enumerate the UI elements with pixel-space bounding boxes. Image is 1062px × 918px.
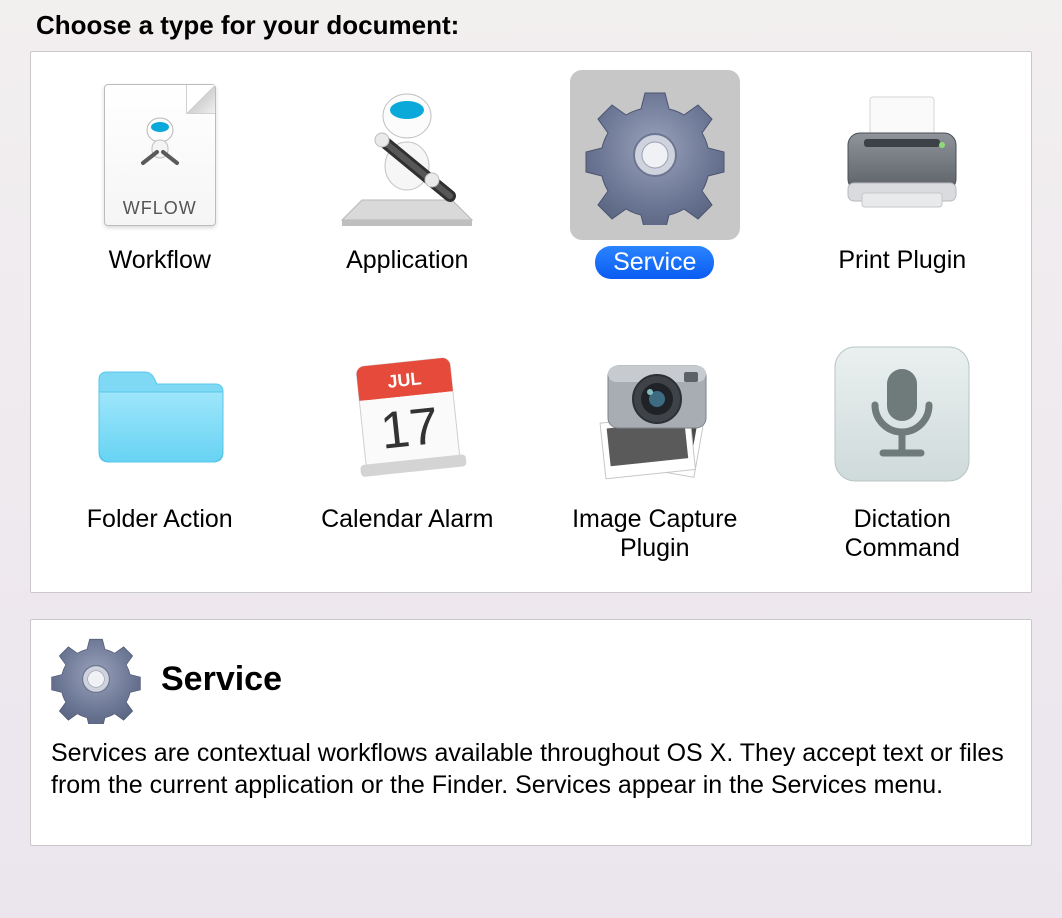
printer-icon	[817, 70, 987, 240]
type-print-plugin[interactable]: Print Plugin	[784, 70, 1022, 279]
service-icon	[570, 70, 740, 240]
type-image-capture[interactable]: Image Capture Plugin	[536, 329, 774, 563]
folder-icon	[75, 329, 245, 499]
type-workflow[interactable]: WFLOW Workflow	[41, 70, 279, 279]
image-capture-icon	[570, 329, 740, 499]
calendar-month: JUL	[387, 368, 423, 391]
gear-icon	[51, 634, 141, 724]
type-dictation[interactable]: Dictation Command	[784, 329, 1022, 563]
type-service[interactable]: Service	[536, 70, 774, 279]
type-label: Folder Action	[87, 505, 233, 534]
type-application[interactable]: Application	[289, 70, 527, 279]
type-label: Workflow	[109, 246, 211, 275]
wflow-text: WFLOW	[105, 198, 215, 219]
type-calendar-alarm[interactable]: JUL 17 Calendar Alarm	[289, 329, 527, 563]
calendar-icon: JUL 17	[322, 329, 492, 499]
description-body: Services are contextual workflows availa…	[51, 738, 1011, 801]
workflow-icon: WFLOW	[75, 70, 245, 240]
type-label: Service	[595, 246, 714, 279]
dictation-icon	[817, 329, 987, 499]
type-label: Calendar Alarm	[321, 505, 493, 534]
type-label: Application	[346, 246, 468, 275]
type-label: Print Plugin	[838, 246, 966, 275]
page-heading: Choose a type for your document:	[36, 10, 1032, 41]
calendar-day: 17	[378, 397, 442, 461]
type-folder-action[interactable]: Folder Action	[41, 329, 279, 563]
description-title: Service	[161, 660, 282, 699]
application-icon	[322, 70, 492, 240]
type-label: Image Capture Plugin	[550, 505, 760, 563]
description-panel: Service Services are contextual workflow…	[30, 619, 1032, 846]
type-panel: WFLOW Workflow	[30, 51, 1032, 593]
type-label: Dictation Command	[797, 505, 1007, 563]
